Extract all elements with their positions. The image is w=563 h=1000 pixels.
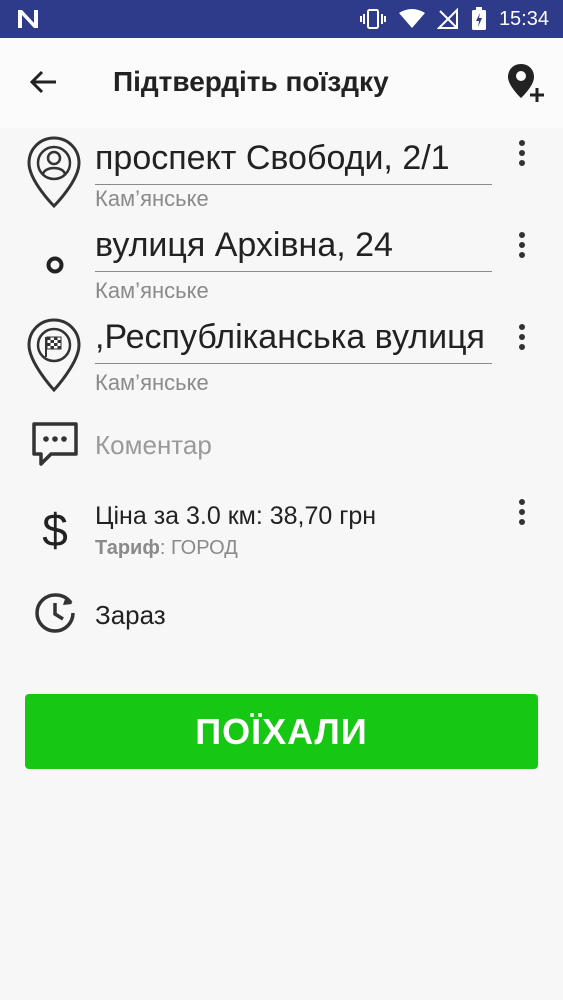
status-bar: 15:34 <box>0 0 563 38</box>
battery-charging-icon <box>471 7 486 30</box>
more-options-icon[interactable] <box>512 138 532 174</box>
comment-input[interactable]: Коментар <box>95 430 212 461</box>
waypoint-address-field[interactable]: вулиця Архівна, 24 <box>95 222 492 272</box>
price-text: Ціна за 3.0 км: 38,70 грн <box>95 502 377 530</box>
destination-flag-pin-icon <box>27 318 81 393</box>
clock: 15:34 <box>498 7 549 30</box>
app-bar: Підтвердіть поїздку <box>0 38 563 128</box>
add-location-icon[interactable] <box>505 62 547 104</box>
svg-text:$: $ <box>42 504 68 552</box>
waypoint-city: Кам’янське <box>95 278 209 303</box>
back-arrow-icon[interactable] <box>28 66 60 98</box>
pickup-city: Кам’янське <box>95 186 209 211</box>
destination-address-field[interactable]: Республіканська вулиця, <box>95 314 492 364</box>
dollar-icon: $ <box>42 504 68 552</box>
waypoint-dot-icon <box>46 256 64 274</box>
schedule-clock-icon <box>35 593 75 633</box>
more-options-icon[interactable] <box>512 230 532 266</box>
wifi-icon <box>398 9 425 28</box>
pickup-address-field[interactable]: проспект Свободи, 2/1 <box>95 135 492 185</box>
signal-off-icon <box>436 8 458 29</box>
more-options-icon[interactable] <box>512 322 532 358</box>
destination-city: Кам’янське <box>95 370 209 395</box>
pickup-pin-icon <box>27 136 81 208</box>
tariff-text: Тариф: ГОРОД <box>95 537 238 560</box>
notification-n-icon <box>18 10 38 28</box>
page-title: Підтвердіть поїздку <box>113 66 389 97</box>
price-more-options-icon[interactable] <box>512 497 532 533</box>
pickup-time[interactable]: Зараз <box>95 600 166 631</box>
go-button[interactable]: ПОЇХАЛИ <box>25 694 538 769</box>
tariff-value: : ГОРОД <box>159 537 238 559</box>
comment-icon <box>32 422 78 466</box>
tariff-label: Тариф <box>95 537 160 559</box>
vibrate-icon <box>359 9 386 29</box>
